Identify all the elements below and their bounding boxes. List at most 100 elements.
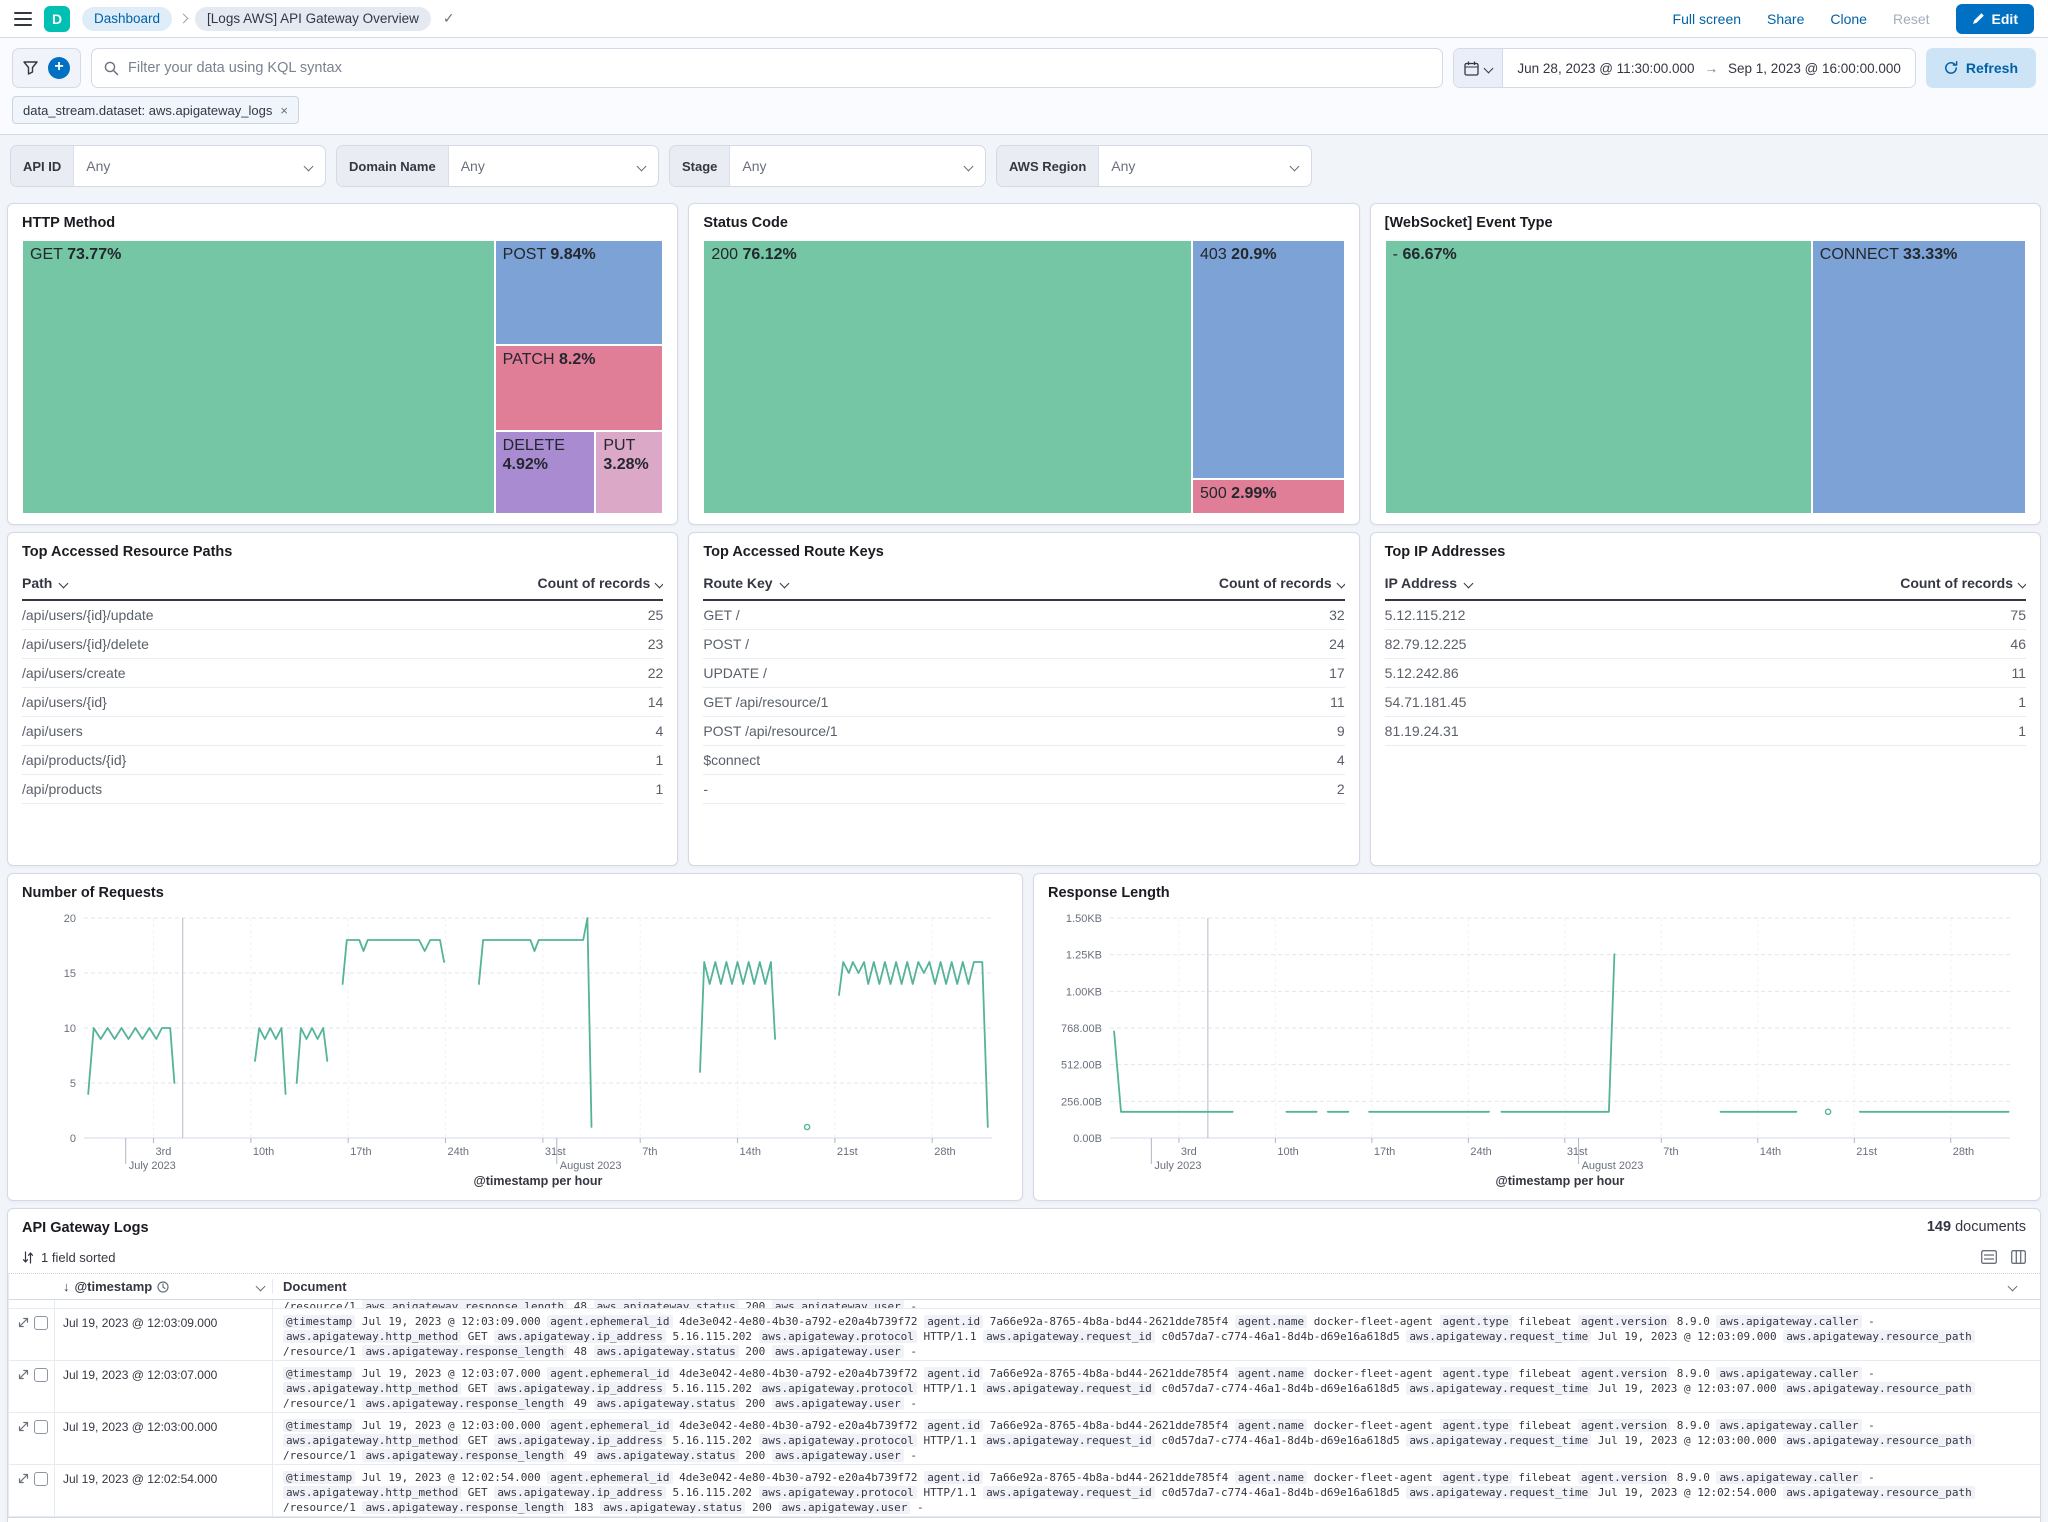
chevron-down-icon <box>1290 161 1300 171</box>
control-value[interactable]: Any <box>1099 158 1291 174</box>
column-header[interactable]: IP Address <box>1385 575 1876 591</box>
reset-button: Reset <box>1893 11 1930 27</box>
row-key: UPDATE / <box>703 665 1194 681</box>
refresh-button[interactable]: Refresh <box>1926 48 2036 88</box>
row-count: 14 <box>513 694 663 710</box>
display-options-icon[interactable] <box>1981 1250 1997 1264</box>
treemap-tile-POST[interactable]: POST 9.84% <box>495 240 664 345</box>
sort-icon <box>22 1251 34 1264</box>
treemap-tile-DELETE[interactable]: DELETE 4.92% <box>495 431 596 514</box>
chevron-down-icon <box>304 161 314 171</box>
panel-title: Top IP Addresses <box>1385 543 2026 561</box>
remove-filter-icon[interactable]: × <box>280 103 288 118</box>
treemap-tile-PATCH[interactable]: PATCH 8.2% <box>495 345 664 431</box>
panel-title: [WebSocket] Event Type <box>1385 214 2026 232</box>
treemap-tile-403[interactable]: 403 20.9% <box>1192 240 1345 479</box>
timestamp-column-header[interactable]: ↓ @timestamp <box>55 1279 273 1294</box>
saved-check-icon[interactable]: ✓ <box>443 10 455 27</box>
column-header[interactable]: Route Key <box>703 575 1194 591</box>
edit-button[interactable]: Edit <box>1956 4 2034 34</box>
date-range-end[interactable]: Sep 1, 2023 @ 16:00:00.000 <box>1728 61 1901 76</box>
date-range-start[interactable]: Jun 28, 2023 @ 11:30:00.000 <box>1517 61 1694 76</box>
full-screen-grid-icon[interactable] <box>2011 1250 2026 1264</box>
expand-document-icon[interactable] <box>18 1317 29 1328</box>
log-document: @timestamp Jul 19, 2023 @ 12:03:07.000 a… <box>283 1366 2030 1411</box>
row-key: /api/products <box>22 781 513 797</box>
search-icon <box>104 61 119 76</box>
treemap-tile-CONNECT[interactable]: CONNECT 33.33% <box>1812 240 2026 514</box>
svg-text:@timestamp per hour: @timestamp per hour <box>1496 1174 1625 1188</box>
select-row-checkbox[interactable] <box>34 1316 48 1330</box>
tables-row: Top Accessed Resource PathsPathCount of … <box>7 532 2041 866</box>
refresh-icon <box>1944 61 1958 75</box>
chevron-down-icon <box>2018 578 2026 588</box>
space-avatar[interactable]: D <box>44 6 70 32</box>
select-row-checkbox[interactable] <box>34 1472 48 1486</box>
treemap-panel: [WebSocket] Event Type - 66.67%CONNECT 33… <box>1370 203 2041 525</box>
svg-text:1.00KB: 1.00KB <box>1066 986 1102 998</box>
row-count: 11 <box>1195 694 1345 710</box>
svg-text:7th: 7th <box>1663 1146 1678 1158</box>
response-length-chart: 0.00B256.00B512.00B768.00B1.00KB1.25KB1.… <box>1048 904 2026 1195</box>
control-stage[interactable]: StageAny <box>669 145 986 187</box>
treemap-tile-PUT[interactable]: PUT 3.28% <box>595 431 663 514</box>
column-header-count[interactable]: Count of records <box>1876 575 2026 591</box>
calendar-icon <box>1464 61 1479 76</box>
breadcrumb-dashboard[interactable]: Dashboard <box>82 7 172 31</box>
select-row-checkbox[interactable] <box>34 1368 48 1382</box>
menu-icon[interactable] <box>14 12 32 26</box>
table-row: POST /api/resource/19 <box>703 717 1344 746</box>
expand-document-icon[interactable] <box>18 1421 29 1432</box>
control-value[interactable]: Any <box>74 158 305 174</box>
date-quick-select[interactable] <box>1454 49 1503 87</box>
column-header[interactable]: Path <box>22 575 513 591</box>
svg-text:28th: 28th <box>1953 1146 1974 1158</box>
document-column-header[interactable]: Document <box>273 1279 2040 1294</box>
treemap-tile--[interactable]: - 66.67% <box>1385 240 1812 514</box>
select-row-checkbox[interactable] <box>34 1420 48 1434</box>
svg-text:24th: 24th <box>1470 1146 1491 1158</box>
clock-icon <box>157 1281 169 1293</box>
control-value[interactable]: Any <box>730 158 965 174</box>
kql-search-bar[interactable] <box>91 48 1443 88</box>
treemap-tile-500[interactable]: 500 2.99% <box>1192 479 1345 514</box>
svg-text:512.00B: 512.00B <box>1061 1060 1102 1072</box>
table-panel: Top IP Addresses IP AddressCount of recor… <box>1370 532 2041 866</box>
kql-search-input[interactable] <box>128 60 1430 76</box>
control-value[interactable]: Any <box>449 158 638 174</box>
treemap-tile-200[interactable]: 200 76.12% <box>703 240 1192 514</box>
sort-fields-button[interactable]: 1 field sorted <box>22 1250 115 1265</box>
clone-button[interactable]: Clone <box>1830 11 1867 27</box>
full-screen-button[interactable]: Full screen <box>1673 11 1741 27</box>
filter-funnel-icon[interactable] <box>23 61 38 75</box>
column-header-count[interactable]: Count of records <box>1195 575 1345 591</box>
svg-text:August 2023: August 2023 <box>560 1160 622 1172</box>
table-row: 5.12.242.8611 <box>1385 659 2026 688</box>
control-aws-region[interactable]: AWS RegionAny <box>996 145 1312 187</box>
svg-text:28th: 28th <box>934 1146 955 1158</box>
row-key: /api/users <box>22 723 513 739</box>
row-key: 81.19.24.31 <box>1385 723 1876 739</box>
control-domain-name[interactable]: Domain NameAny <box>336 145 659 187</box>
control-label: AWS Region <box>997 146 1099 186</box>
control-api-id[interactable]: API IDAny <box>10 145 326 187</box>
add-filter-icon[interactable]: + <box>48 57 70 79</box>
svg-text:7th: 7th <box>642 1146 657 1158</box>
svg-text:0.00B: 0.00B <box>1073 1133 1102 1145</box>
expand-document-icon[interactable] <box>18 1369 29 1380</box>
column-header-count[interactable]: Count of records <box>513 575 663 591</box>
row-key: - <box>703 781 1194 797</box>
share-button[interactable]: Share <box>1767 11 1804 27</box>
breadcrumb-page-title[interactable]: [Logs AWS] API Gateway Overview <box>195 7 431 31</box>
filter-pill[interactable]: data_stream.dataset: aws.apigateway_logs… <box>12 96 299 124</box>
table-row: UPDATE /17 <box>703 659 1344 688</box>
log-document: @timestamp Jul 19, 2023 @ 12:03:00.000 a… <box>283 1418 2030 1463</box>
filter-controls[interactable]: + <box>12 48 81 88</box>
treemap-tile-GET[interactable]: GET 73.77% <box>22 240 495 514</box>
svg-text:21st: 21st <box>837 1146 858 1158</box>
row-key: 5.12.242.86 <box>1385 665 1876 681</box>
svg-text:31st: 31st <box>1567 1146 1588 1158</box>
svg-text:1.50KB: 1.50KB <box>1066 913 1102 925</box>
expand-document-icon[interactable] <box>18 1473 29 1484</box>
dashboard-main: API IDAnyDomain NameAnyStageAnyAWS Regio… <box>0 135 2048 1522</box>
